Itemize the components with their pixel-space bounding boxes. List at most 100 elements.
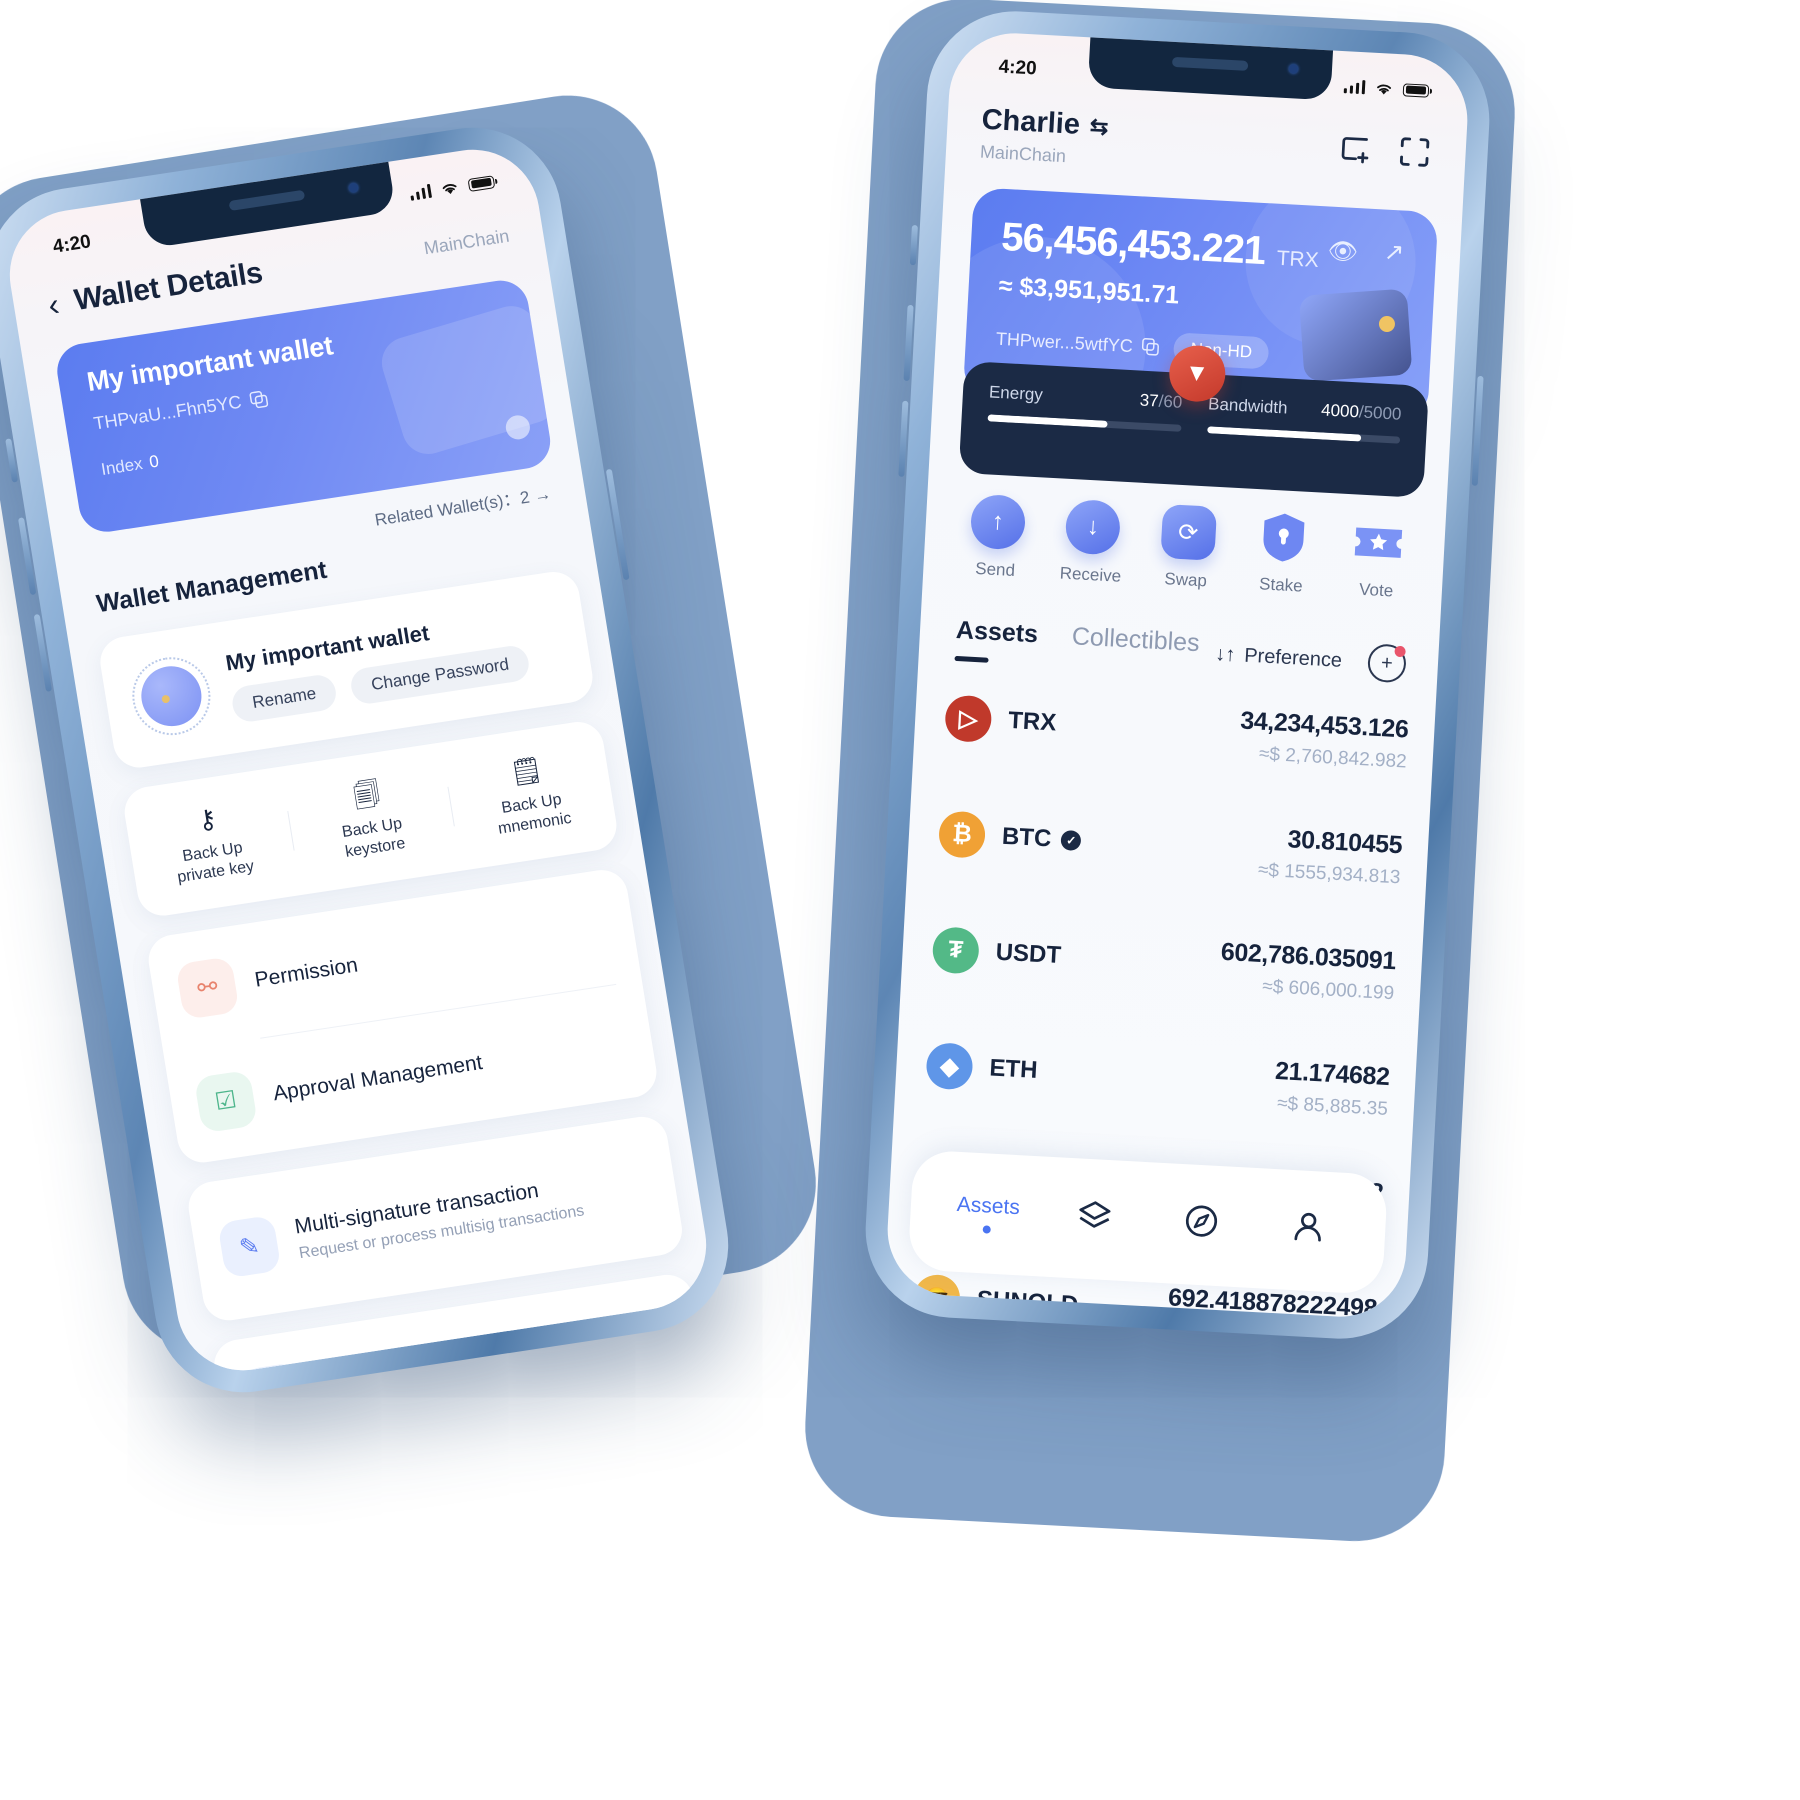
keystore-icon: 🗐 [351,778,382,812]
energy-progress [987,414,1182,432]
asset-fiat: ≈$ 606,000.199 [1261,976,1395,1005]
backup-private-key-button[interactable]: ⚷ Back Up private key [125,791,297,895]
tether-coin-icon: ₮ [931,926,980,975]
action-stake[interactable]: Stake [1231,508,1333,633]
asset-fiat: ≈$ 13.5483871 [1166,1319,1376,1320]
preference-label: Preference [1243,644,1343,672]
front-camera [348,182,359,193]
link-icon: 🔗 [241,1361,306,1380]
backup-mnemonic-button[interactable]: 🗒 Back Up mnemonic [444,743,616,847]
add-token-icon[interactable]: + [1366,643,1407,684]
tab-collectibles[interactable]: Collectibles [1071,622,1200,658]
wifi-icon [1377,84,1392,95]
wallet-3d-icon [1298,288,1413,382]
ethereum-coin-icon: ◆ [925,1042,974,1091]
explore-icon [1185,1205,1217,1237]
copy-icon[interactable] [249,389,270,409]
arrow-up-right-icon[interactable]: ↗ [1383,238,1405,268]
status-time: 4:20 [998,56,1038,80]
right-header: Charlie ⇆ MainChain [945,102,1466,189]
scan-qr-icon[interactable] [1397,134,1433,170]
key-icon: ⚷ [195,802,219,836]
resources-card: ▼ Energy 37/60 Bandwidth 4000/5000 [958,344,1429,499]
asset-fiat: ≈$ 85,885.35 [1276,1093,1389,1120]
action-send[interactable]: ↑ Send [945,493,1047,618]
permission-icon: ⚯ [175,955,240,1020]
action-vote[interactable]: Vote [1326,513,1428,638]
right-phone-device: 4:20 Charlie ⇆ MainChain 👁 ↗ 56,456,453.… [870,16,1485,1334]
asset-fiat: ≈$ 2,760,842.982 [1258,743,1408,773]
active-dot-icon [982,1224,992,1234]
bandwidth-label: Bandwidth [1207,394,1289,418]
menu-item-label: DApp Connection [318,1350,486,1380]
asset-symbol: BTC [1001,822,1053,853]
security-menu-card: ⚯ Permission ☑ Approval Management [144,866,661,1166]
tab-assets[interactable]: Assets [955,616,1038,649]
energy-resource[interactable]: Energy 37/60 [985,382,1183,484]
approval-icon: ☑ [193,1069,258,1133]
action-receive[interactable]: ↓ Receive [1040,498,1142,623]
multisig-icon: ✎ [217,1214,282,1279]
nav-layers[interactable] [1040,1193,1149,1245]
swap-icon: ⟳ [1159,503,1217,561]
right-screen: 4:20 Charlie ⇆ MainChain 👁 ↗ 56,456,453.… [884,29,1471,1321]
shield-lock-icon [1255,509,1312,566]
arrow-down-icon: ↓ [1064,498,1122,556]
nav-assets[interactable]: Assets [934,1191,1043,1236]
account-switcher[interactable]: Charlie ⇆ [981,104,1109,144]
wallet-avatar-icon [126,651,217,741]
ticket-icon [1350,514,1407,571]
bandwidth-total: /5000 [1358,402,1402,424]
index-label: Index [99,454,144,480]
chain-label: MainChain [422,225,511,258]
account-name: Charlie [980,103,1081,141]
asset-amount: 34,234,453.126 [1239,706,1410,744]
front-camera [1289,64,1299,74]
earpiece-speaker [228,189,306,211]
asset-symbol: ETH [988,1054,1039,1084]
asset-symbol: SUNOLD [976,1286,1079,1319]
profile-icon [1294,1212,1321,1242]
add-wallet-icon[interactable] [1337,131,1373,167]
signal-bars-icon [1343,79,1366,95]
preference-button[interactable]: ↓↑ Preference [1215,643,1343,673]
quick-actions: ↑ Send ↓ Receive ⟳ Swap Stake Vote [945,493,1428,639]
earpiece-speaker [1172,56,1249,71]
asset-fiat: ≈$ 1555,934.813 [1257,859,1401,889]
chain-label: MainChain [979,141,1067,167]
nav-explore[interactable] [1147,1199,1256,1251]
signal-bars-icon [409,183,433,201]
energy-used: 37 [1139,390,1160,411]
action-swap[interactable]: ⟳ Swap [1136,503,1238,628]
action-label: Receive [1059,563,1122,586]
bandwidth-progress [1206,426,1401,444]
tron-coin-icon: ▷ [944,694,993,743]
battery-icon [467,174,496,192]
mnemonic-icon: 🗒 [507,753,545,788]
asset-symbol: TRX [1007,706,1057,737]
menu-item-label: Approval Management [271,1050,484,1105]
battery-icon [1402,82,1430,98]
nav-profile[interactable] [1253,1205,1362,1257]
eye-icon[interactable]: 👁 [1327,237,1359,268]
bitcoin-coin-icon: ₿ [937,810,987,859]
asset-symbol-wrap: BTC ✓ [1001,823,1082,855]
status-time: 4:20 [51,231,93,258]
section-title: Wallet Management [94,555,329,619]
verified-badge-icon: ✓ [1060,829,1082,852]
wifi-icon [442,183,457,194]
action-label: Vote [1358,579,1394,601]
backup-keystore-button[interactable]: 🗐 Back Up keystore [284,767,456,871]
screenshot-stage: 4:20 ‹ Wallet Details MainChain My impor… [0,0,1800,1800]
sort-icon: ↓↑ [1214,643,1236,667]
switch-account-icon[interactable]: ⇆ [1089,113,1109,140]
page-title: Wallet Details [71,256,265,318]
energy-label: Energy [988,382,1044,405]
bandwidth-resource[interactable]: Bandwidth 4000/5000 [1204,394,1402,496]
chevron-left-icon[interactable]: ‹ [45,286,61,323]
wallet-address: THPvaU...Fhn5YC [92,391,243,434]
asset-amount: 21.174682 [1274,1056,1391,1092]
action-label: Stake [1258,574,1304,596]
rename-button[interactable]: Rename [229,672,339,724]
bottom-navigation: Assets [907,1149,1389,1295]
